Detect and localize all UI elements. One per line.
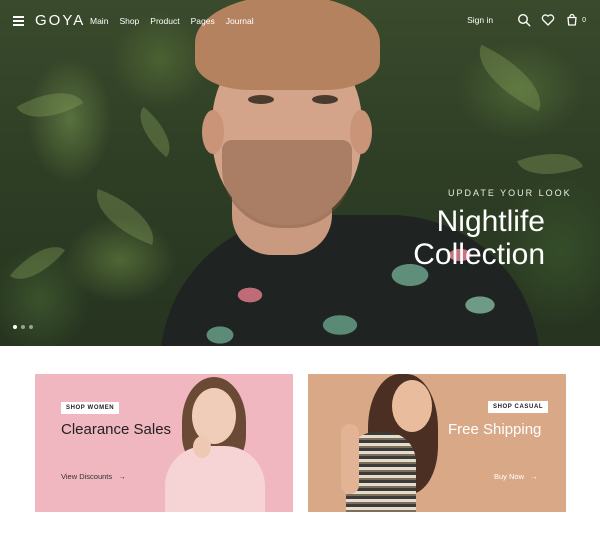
slider-dot[interactable] xyxy=(21,325,25,329)
promo-title: Clearance Sales xyxy=(61,421,172,438)
hero-title: Nightlife Collection xyxy=(405,205,545,271)
model-face xyxy=(392,380,432,432)
category-tag[interactable]: SHOP WOMEN xyxy=(61,402,120,414)
model-arm xyxy=(341,424,359,494)
nav-item-main[interactable]: Main xyxy=(90,16,108,26)
category-tag[interactable]: SHOP CASUAL xyxy=(488,401,549,413)
model-ear xyxy=(350,110,372,154)
foliage-leaf xyxy=(128,106,182,158)
slider-dots xyxy=(13,325,33,329)
hero-banner[interactable]: UPDATE YOUR LOOK Nightlife Collection xyxy=(0,0,600,346)
hero-title-line: Nightlife xyxy=(436,205,545,238)
main-nav: Main Shop Product Pages Journal xyxy=(90,16,265,26)
foliage-leaf xyxy=(517,140,583,188)
model-eye xyxy=(312,95,338,104)
logo[interactable]: GOYA xyxy=(35,12,85,29)
slider-dot[interactable] xyxy=(13,325,17,329)
cart-count: 0 xyxy=(582,16,586,24)
promo-title: Free Shipping xyxy=(448,421,542,438)
nav-item-product[interactable]: Product xyxy=(150,16,179,26)
promo-card-clearance[interactable]: SHOP WOMEN Clearance Sales View Discount… xyxy=(35,374,293,512)
model-eye xyxy=(248,95,274,104)
model-hand xyxy=(193,436,211,458)
sign-in-link[interactable]: Sign in xyxy=(467,15,493,25)
arrow-right-icon: → xyxy=(530,472,538,481)
header-actions: Sign in 0 xyxy=(467,13,586,27)
site-header: GOYA Main Shop Product Pages Journal Sig… xyxy=(0,0,600,42)
link-label: Buy Now xyxy=(494,472,525,481)
hero-title-line: Collection xyxy=(413,238,545,271)
slider-dot[interactable] xyxy=(29,325,33,329)
link-label: View Discounts xyxy=(61,472,113,481)
heart-icon[interactable] xyxy=(541,13,555,27)
search-icon[interactable] xyxy=(517,13,531,27)
foliage-leaf xyxy=(86,189,164,245)
cart-icon[interactable] xyxy=(565,13,579,27)
hero-eyebrow: UPDATE YOUR LOOK xyxy=(448,188,572,198)
promo-card-shipping[interactable]: SHOP CASUAL Free Shipping Buy Now → xyxy=(308,374,566,512)
arrow-right-icon: → xyxy=(118,472,126,481)
nav-item-shop[interactable]: Shop xyxy=(119,16,139,26)
page: UPDATE YOUR LOOK Nightlife Collection GO… xyxy=(0,0,600,546)
model-ear xyxy=(202,110,224,154)
view-discounts-link[interactable]: View Discounts → xyxy=(61,472,126,481)
menu-icon[interactable] xyxy=(13,16,24,26)
foliage-leaf xyxy=(9,233,66,293)
buy-now-link[interactable]: Buy Now → xyxy=(494,472,538,481)
model-blouse xyxy=(165,446,265,512)
nav-item-journal[interactable]: Journal xyxy=(226,16,254,26)
foliage-leaf xyxy=(466,44,554,112)
foliage-leaf xyxy=(16,77,84,133)
nav-item-pages[interactable]: Pages xyxy=(191,16,215,26)
